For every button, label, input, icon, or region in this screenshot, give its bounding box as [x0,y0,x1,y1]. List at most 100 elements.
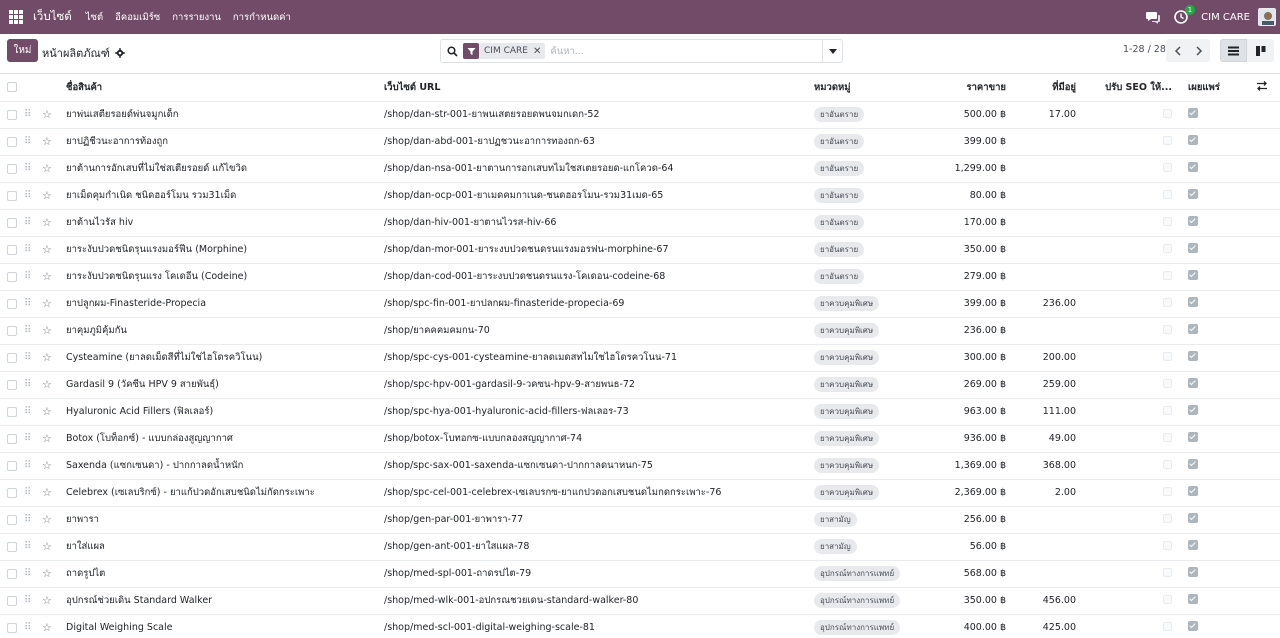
seo-checkbox[interactable] [1163,405,1172,415]
product-price[interactable]: 568.00 ฿ [932,560,1006,588]
drag-handle-icon[interactable]: ⠿ [24,271,31,282]
seo-checkbox[interactable] [1163,459,1172,469]
app-brand[interactable]: เว็บไซต์ [33,8,72,26]
product-name[interactable]: Celebrex (เซเลบริกซ์) - ยาแก้ปวดอักเสบชน… [66,479,384,507]
drag-handle-icon[interactable]: ⠿ [24,136,31,147]
product-url[interactable]: /shop/dan-cod-001-ยาระงบปวดชนดรนแรง-โคเด… [384,263,814,291]
product-url[interactable]: /shop/med-scl-001-digital-weighing-scale… [384,614,814,638]
seo-checkbox[interactable] [1163,513,1172,523]
drag-handle-icon[interactable]: ⠿ [24,352,31,363]
table-row[interactable]: ⠿ ☆ ยาต้านการอักเสบที่ไม่ใช่สเตียรอยด์ แก้… [0,155,1280,183]
product-url[interactable]: /shop/dan-mor-001-ยาระงบปวดชนดรนแรงมอรฟน… [384,236,814,264]
drag-handle-icon[interactable]: ⠿ [24,406,31,417]
pager-next-button[interactable] [1188,39,1210,62]
drag-handle-icon[interactable]: ⠿ [24,487,31,498]
pager-previous-button[interactable] [1166,39,1188,62]
seo-checkbox[interactable] [1163,135,1172,145]
optional-columns-icon[interactable] [1256,80,1268,92]
product-stock[interactable]: 259.00 [1006,371,1076,399]
product-stock[interactable]: 2.00 [1006,479,1076,507]
row-checkbox[interactable] [7,541,17,552]
drag-handle-icon[interactable]: ⠿ [24,298,31,309]
table-row[interactable]: ⠿ ☆ Hyaluronic Acid Fillers (ฟิลเลอร์)/sho… [0,398,1280,426]
table-row[interactable]: ⠿ ☆ ยาระงับปวดชนิดรุนแรงมอร์ฟีน (Morphine)… [0,236,1280,264]
table-row[interactable]: ⠿ ☆ ถาดรูปไต/shop/med-spl-001-ถาดรปไต-79 อุ… [0,560,1280,588]
search-options-toggle[interactable] [822,40,842,62]
table-row[interactable]: ⠿ ☆ Botox (โบท็อกซ์) - แบบกล่องสูญญากาศ/sh… [0,425,1280,453]
published-checkbox[interactable] [1188,621,1198,631]
seo-checkbox[interactable] [1163,351,1172,361]
row-checkbox[interactable] [7,217,17,228]
product-url[interactable]: /shop/dan-hiv-001-ยาตานไวรส-hiv-66 [384,209,814,237]
seo-checkbox[interactable] [1163,567,1172,577]
product-price[interactable]: 236.00 ฿ [932,317,1006,345]
gear-icon[interactable] [115,48,125,58]
published-checkbox[interactable] [1188,459,1198,469]
column-header-url[interactable]: เว็บไซต์ URL [384,74,814,102]
nav-item-configuration[interactable]: การกำหนดค่า [233,10,291,25]
published-checkbox[interactable] [1188,594,1198,604]
new-button[interactable]: ใหม่ [7,39,38,62]
activity-button[interactable]: 1 [1173,5,1196,25]
product-url[interactable]: /shop/spc-fin-001-ยาปลกผม-finasteride-pr… [384,290,814,318]
star-icon[interactable]: ☆ [42,540,52,553]
star-icon[interactable]: ☆ [42,405,52,418]
seo-checkbox[interactable] [1163,324,1172,334]
kanban-view-button[interactable] [1247,39,1274,62]
seo-checkbox[interactable] [1163,486,1172,496]
table-row[interactable]: ⠿ ☆ ยาเม็ดคุมกำเนิด ชนิดฮอร์โมน รวม31เม็ด /… [0,182,1280,210]
product-name[interactable]: ยาต้านไวรัส hiv [66,209,384,237]
seo-checkbox[interactable] [1163,108,1172,118]
product-price[interactable]: 56.00 ฿ [932,533,1006,561]
published-checkbox[interactable] [1188,189,1198,199]
row-checkbox[interactable] [7,460,17,471]
published-checkbox[interactable] [1188,324,1198,334]
product-stock[interactable]: 111.00 [1006,398,1076,426]
star-icon[interactable]: ☆ [42,567,52,580]
product-name[interactable]: ยาระงับปวดชนิดรุนแรงมอร์ฟีน (Morphine) [66,236,384,264]
product-name[interactable]: Botox (โบท็อกซ์) - แบบกล่องสูญญากาศ [66,425,384,453]
star-icon[interactable]: ☆ [42,486,52,499]
star-icon[interactable]: ☆ [42,351,52,364]
seo-checkbox[interactable] [1163,594,1172,604]
product-name[interactable]: ยาพารา [66,506,384,534]
product-price[interactable]: 399.00 ฿ [932,290,1006,318]
star-icon[interactable]: ☆ [42,459,52,472]
product-price[interactable]: 256.00 ฿ [932,506,1006,534]
product-price[interactable]: 500.00 ฿ [932,101,1006,129]
row-checkbox[interactable] [7,433,17,444]
published-checkbox[interactable] [1188,378,1198,388]
row-checkbox[interactable] [7,487,17,498]
star-icon[interactable]: ☆ [42,432,52,445]
product-url[interactable]: /shop/botox-โบทอกซ-แบบกลองสญญากาศ-74 [384,425,814,453]
company-switcher[interactable]: CIM CARE [1201,12,1250,23]
row-checkbox[interactable] [7,622,17,633]
table-row[interactable]: ⠿ ☆ ยาระงับปวดชนิดรุนแรง โคเดอีน (Codeine)… [0,263,1280,291]
drag-handle-icon[interactable]: ⠿ [24,379,31,390]
product-stock[interactable] [1006,560,1076,588]
seo-checkbox[interactable] [1163,432,1172,442]
product-url[interactable]: /shop/spc-cel-001-celebrex-เซเลบรกซ-ยาแก… [384,479,814,507]
product-stock[interactable]: 425.00 [1006,614,1076,638]
product-name[interactable]: Cysteamine (ยาลดเม็ดสีที่ไม่ใช่ไฮโดรควิโ… [66,344,384,372]
star-icon[interactable]: ☆ [42,243,52,256]
published-checkbox[interactable] [1188,135,1198,145]
published-checkbox[interactable] [1188,432,1198,442]
column-header-stock[interactable]: ที่มีอยู่ [1006,74,1076,102]
product-url[interactable]: /shop/dan-str-001-ยาพนเสตยรอยดพนจมกเดก-5… [384,101,814,129]
product-stock[interactable] [1006,317,1076,345]
pager-value[interactable]: 1-28 / 28 [1123,44,1166,55]
drag-handle-icon[interactable]: ⠿ [24,244,31,255]
search-button[interactable] [441,40,463,62]
product-url[interactable]: /shop/spc-hya-001-hyaluronic-acid-filler… [384,398,814,426]
row-checkbox[interactable] [7,352,17,363]
drag-handle-icon[interactable]: ⠿ [24,460,31,471]
product-stock[interactable]: 17.00 [1006,101,1076,129]
published-checkbox[interactable] [1188,513,1198,523]
star-icon[interactable]: ☆ [42,189,52,202]
select-all-checkbox[interactable] [7,82,17,93]
published-checkbox[interactable] [1188,486,1198,496]
seo-checkbox[interactable] [1163,297,1172,307]
close-icon[interactable]: ✕ [533,46,545,57]
table-row[interactable]: ⠿ ☆ ยาพ่นเสตียรอยด์พ่นจมูกเด็ก/shop/dan-st… [0,101,1280,129]
